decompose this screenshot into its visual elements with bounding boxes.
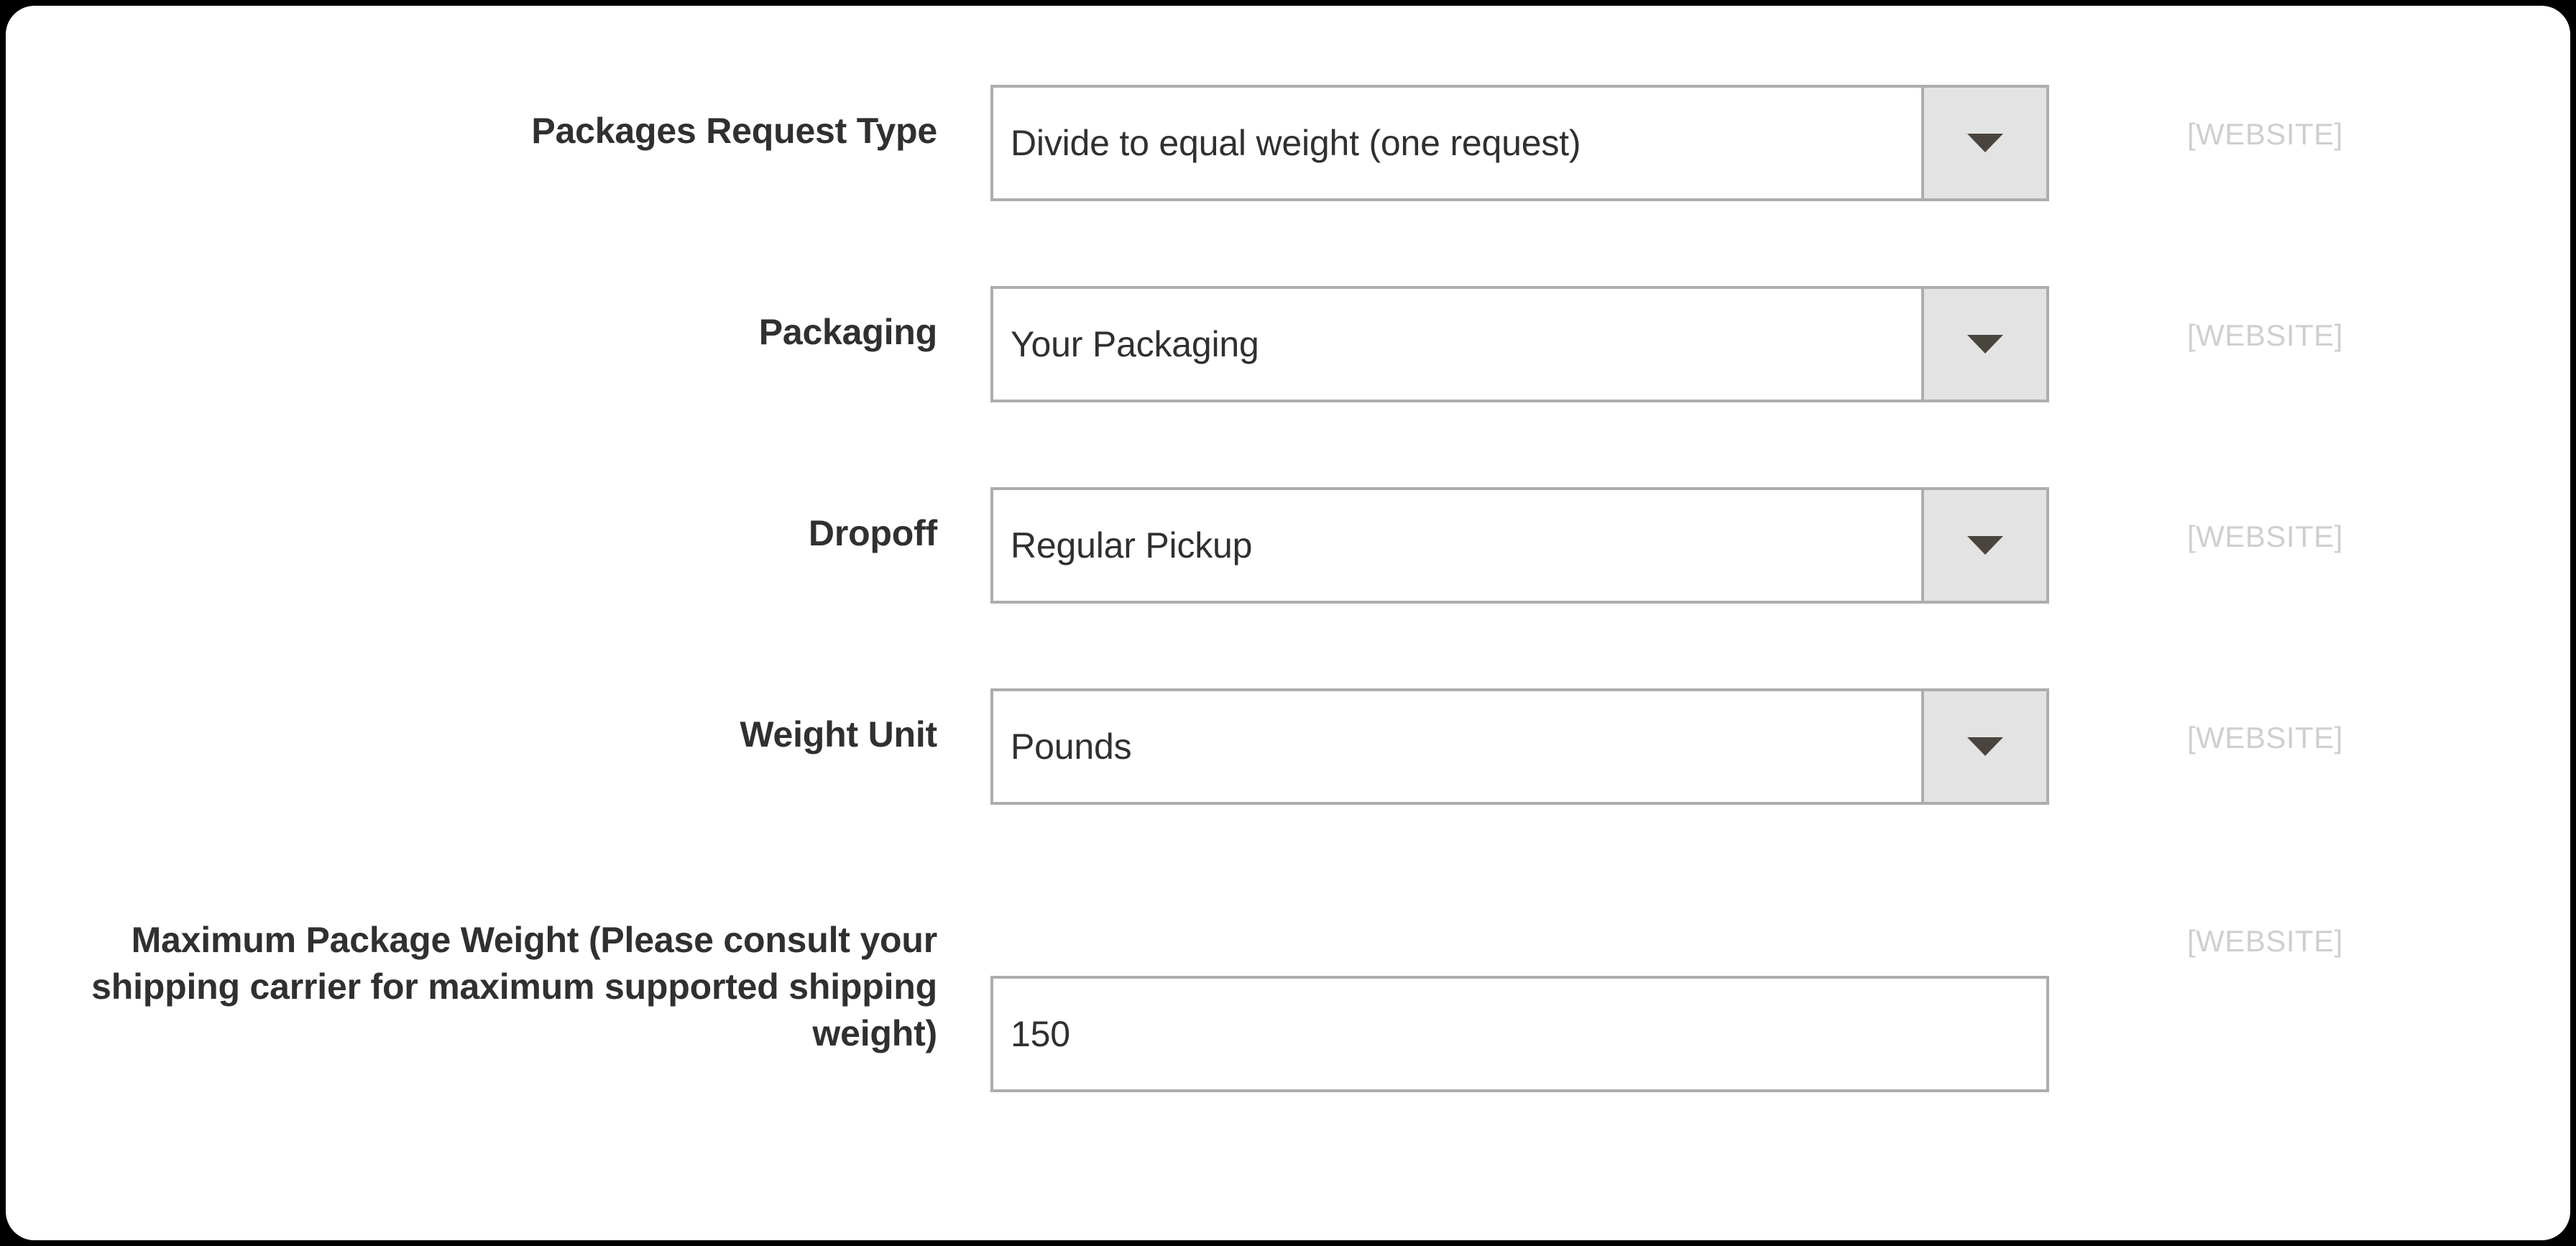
field-label-packages-request-type: Packages Request Type: [531, 111, 937, 151]
packages-request-type-select[interactable]: Divide to equal weight (one request): [990, 85, 2049, 201]
scope-label-packages-request-type: [WEBSITE]: [2187, 117, 2343, 151]
field-row-packages-request-type: Packages Request Type Divide to equal we…: [6, 85, 2570, 201]
dropoff-dropdown-button[interactable]: [1921, 490, 2046, 601]
field-label-packaging: Packaging: [758, 312, 938, 352]
settings-card: Packages Request Type Divide to equal we…: [6, 6, 2570, 1240]
chevron-down-icon: [1967, 737, 2003, 756]
field-label-weight-unit: Weight Unit: [740, 714, 937, 754]
scope-label-dropoff: [WEBSITE]: [2187, 520, 2343, 553]
field-label-dropoff: Dropoff: [808, 513, 937, 553]
scope-label-packaging: [WEBSITE]: [2187, 318, 2343, 352]
shipping-method-form: Packages Request Type Divide to equal we…: [6, 6, 2570, 1240]
scope-label-maximum-package-weight: [WEBSITE]: [2187, 924, 2343, 958]
weight-unit-dropdown-button[interactable]: [1921, 691, 2046, 802]
dropoff-value: Regular Pickup: [1011, 525, 1253, 566]
packages-request-type-value: Divide to equal weight (one request): [1011, 123, 1581, 163]
packaging-dropdown-button[interactable]: [1921, 289, 2046, 400]
field-row-packaging: Packaging Your Packaging [WEBSITE]: [6, 286, 2570, 402]
scope-label-weight-unit: [WEBSITE]: [2187, 721, 2343, 754]
weight-unit-value: Pounds: [1011, 726, 1132, 767]
dropoff-select[interactable]: Regular Pickup: [990, 487, 2049, 604]
packages-request-type-dropdown-button[interactable]: [1921, 88, 2046, 198]
maximum-package-weight-input[interactable]: 150: [990, 976, 2049, 1092]
field-row-maximum-package-weight: Maximum Package Weight (Please consult y…: [6, 890, 2570, 1148]
field-row-weight-unit: Weight Unit Pounds [WEBSITE]: [6, 688, 2570, 805]
chevron-down-icon: [1967, 335, 2003, 354]
field-label-maximum-package-weight: Maximum Package Weight (Please consult y…: [91, 920, 937, 1053]
chevron-down-icon: [1967, 536, 2003, 555]
chevron-down-icon: [1967, 134, 2003, 152]
packaging-value: Your Packaging: [1011, 324, 1259, 364]
weight-unit-select[interactable]: Pounds: [990, 688, 2049, 805]
maximum-package-weight-value: 150: [1011, 1014, 1070, 1054]
field-row-dropoff: Dropoff Regular Pickup [WEBSITE]: [6, 487, 2570, 604]
packaging-select[interactable]: Your Packaging: [990, 286, 2049, 402]
